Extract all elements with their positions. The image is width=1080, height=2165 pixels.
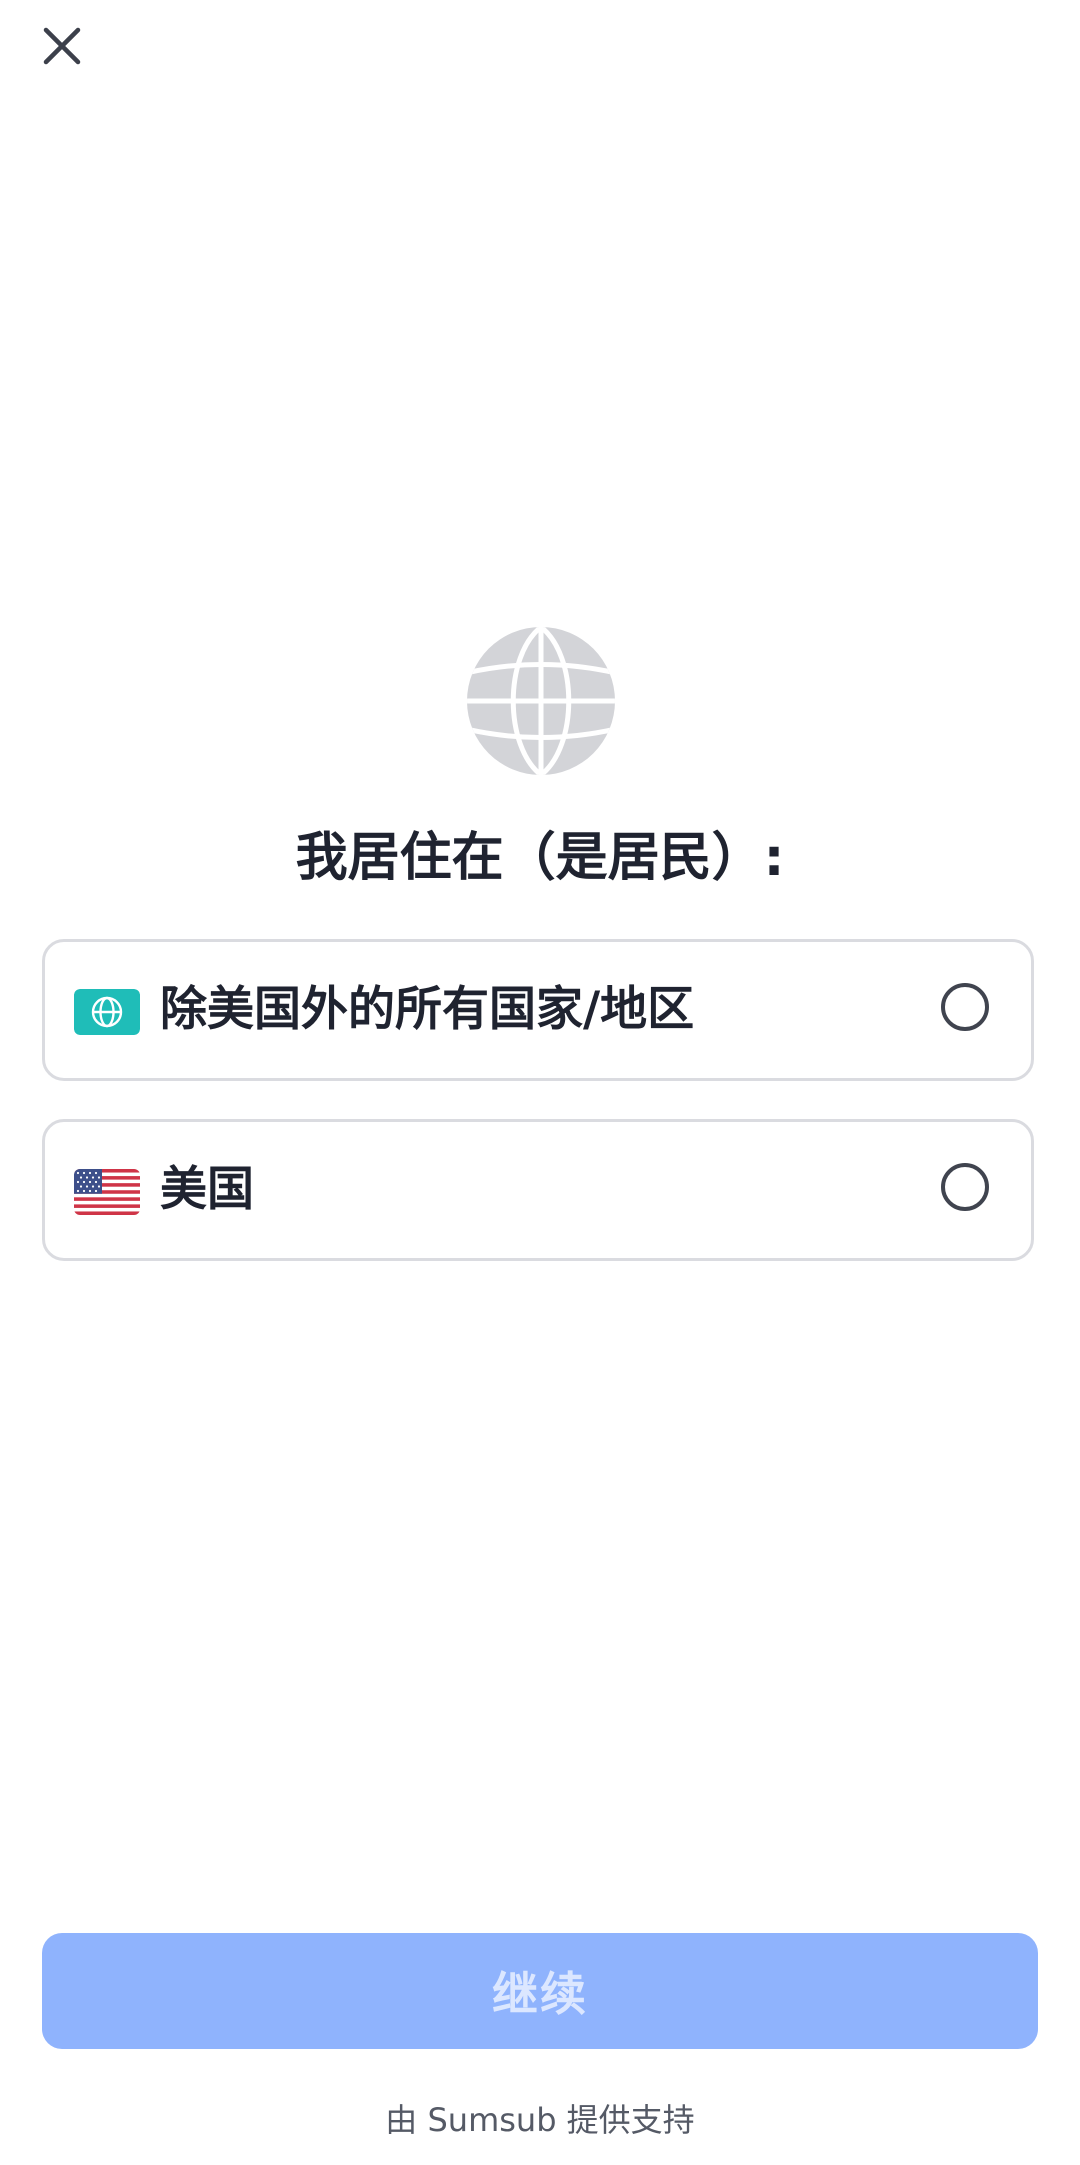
radio-button[interactable] — [941, 983, 989, 1031]
globe-icon — [466, 626, 616, 776]
option-all-except-us[interactable]: 除美国外的所有国家/地区 — [42, 939, 1034, 1081]
powered-by-footer: 由 Sumsub 提供支持 — [385, 2101, 695, 2139]
globe-badge-icon — [74, 989, 140, 1035]
option-united-states[interactable]: 美国 — [42, 1119, 1034, 1261]
option-label: 美国 — [160, 1162, 254, 1217]
close-button[interactable] — [30, 14, 94, 78]
us-flag-icon — [74, 1169, 140, 1215]
continue-button[interactable]: 继续 — [42, 1933, 1038, 2049]
page-title: 我居住在（是居民）: — [295, 828, 785, 888]
option-label: 除美国外的所有国家/地区 — [160, 982, 695, 1037]
radio-button[interactable] — [941, 1163, 989, 1211]
close-icon — [43, 27, 81, 65]
